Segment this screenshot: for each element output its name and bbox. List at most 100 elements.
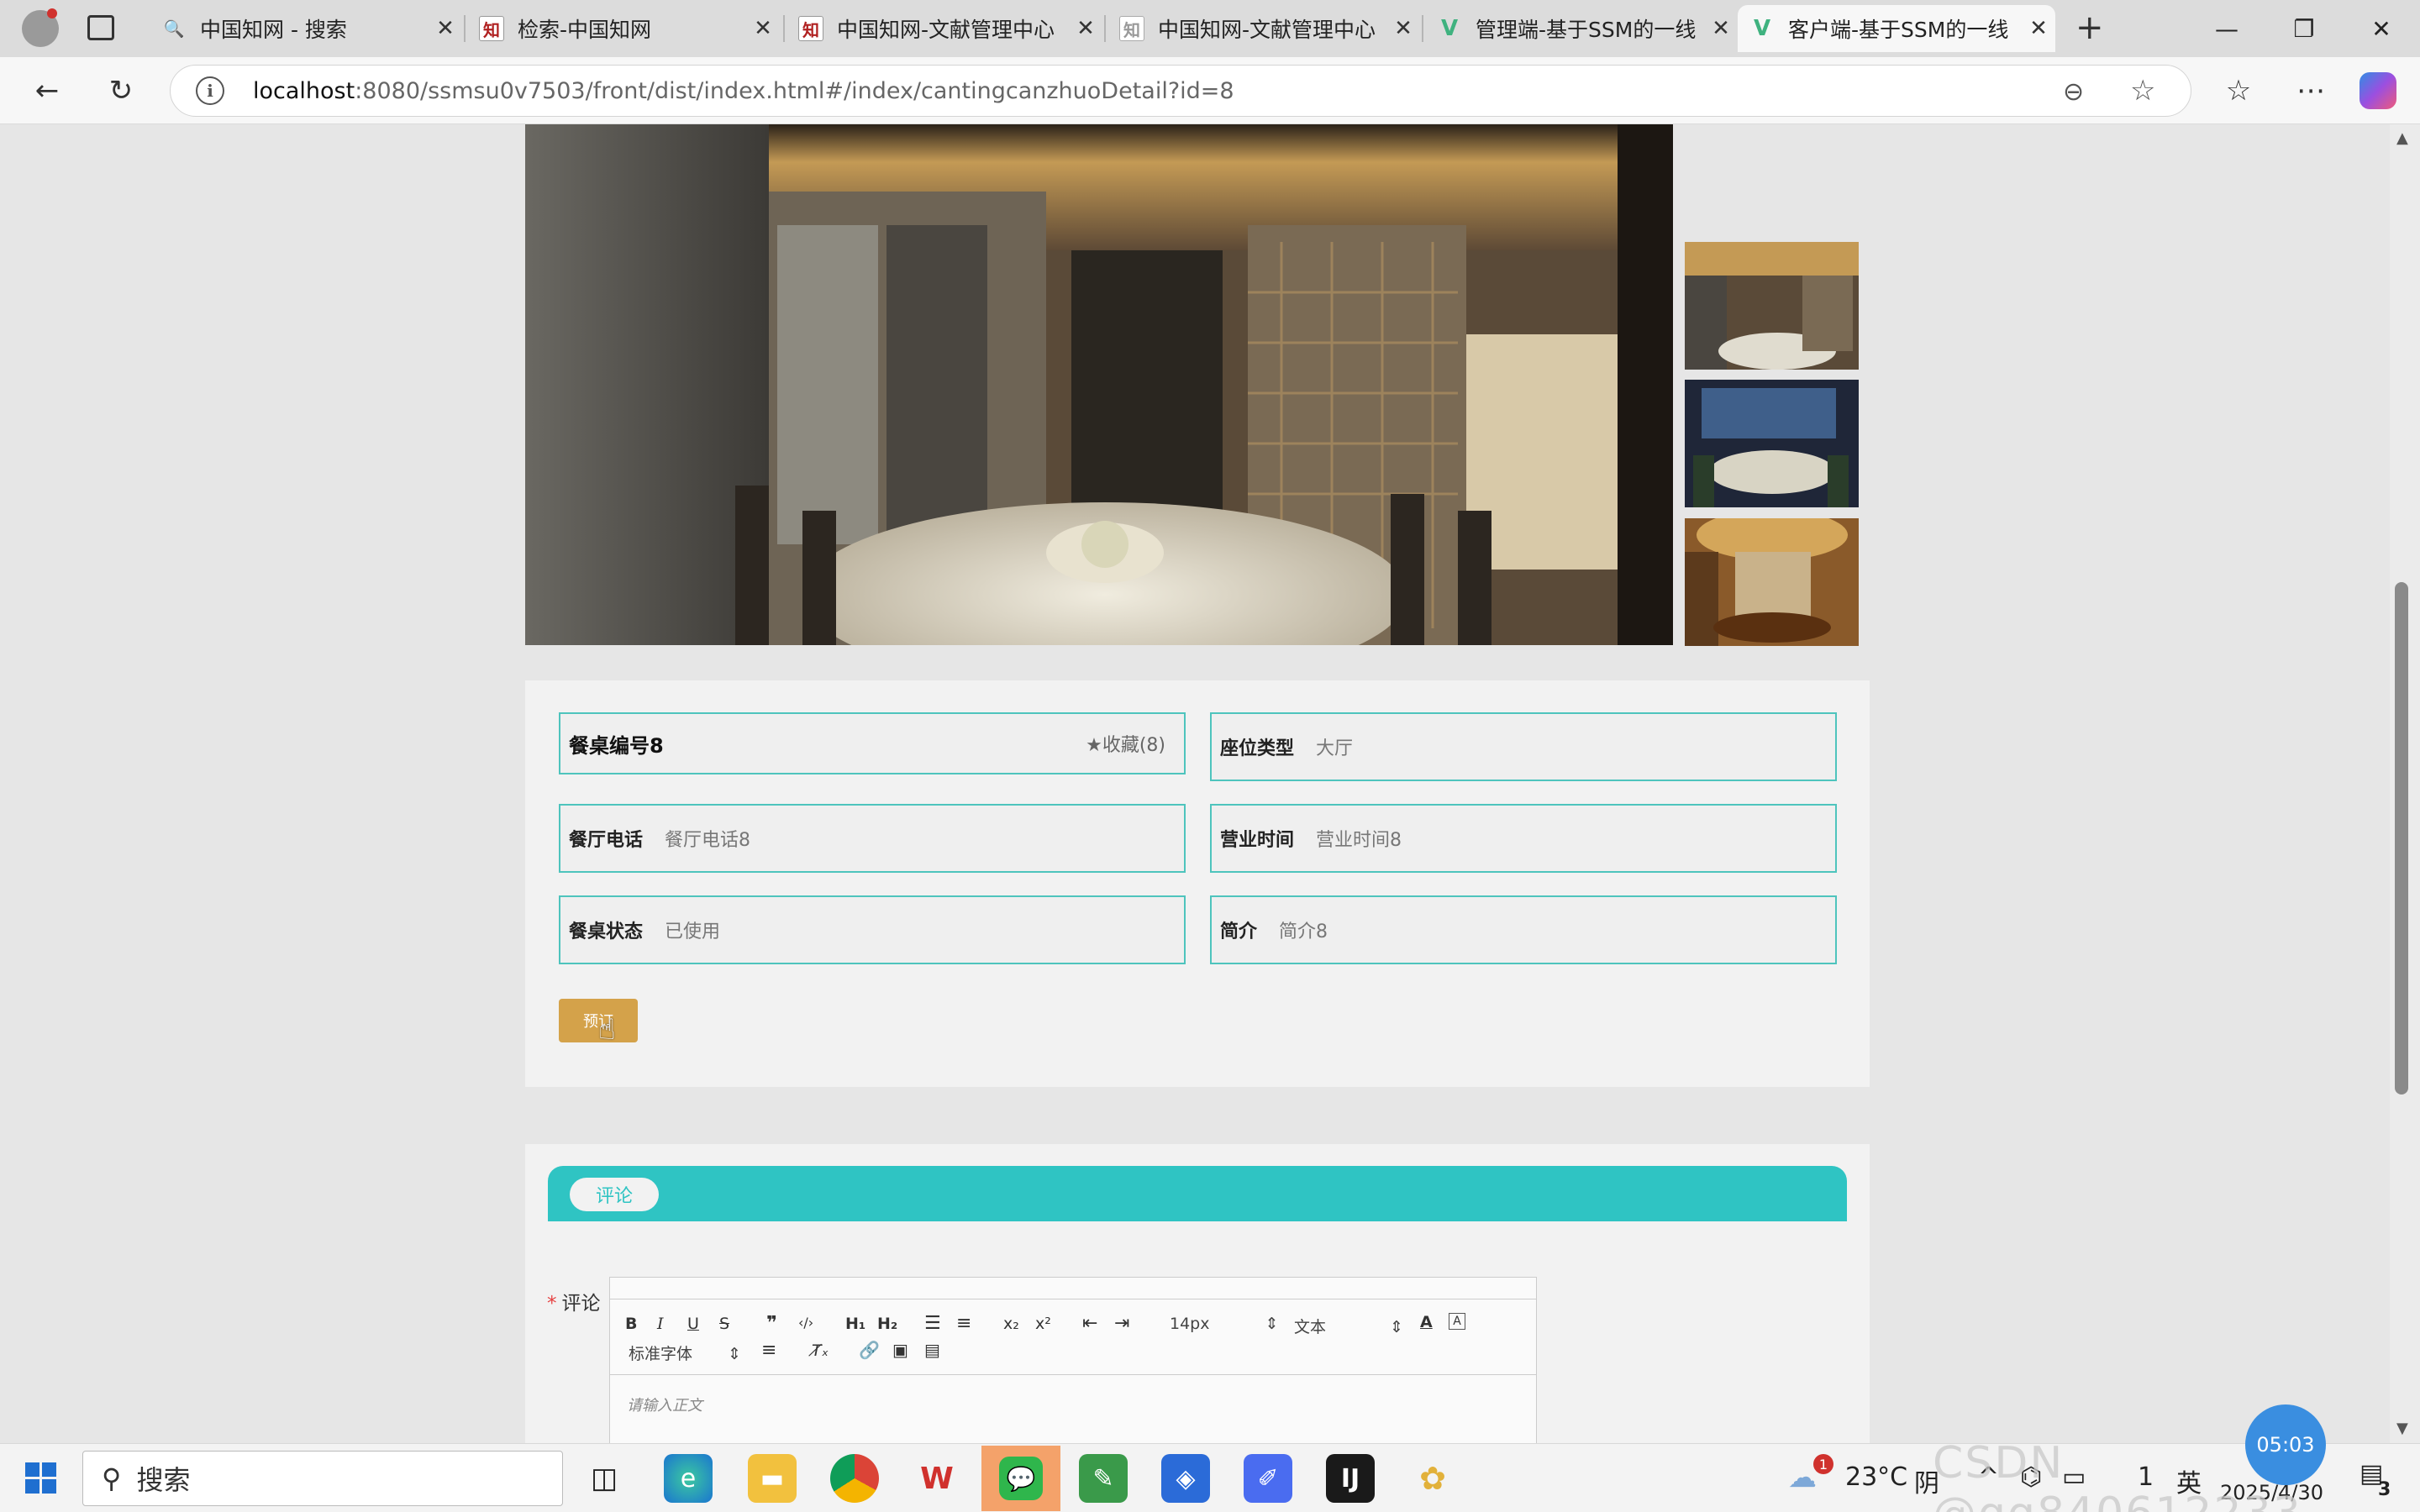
font-size-select[interactable]: 14px ⇕	[1170, 1315, 1278, 1333]
phone-field: 餐厅电话 餐厅电话8	[559, 804, 1186, 873]
thumbnail-image-3[interactable]	[1685, 518, 1859, 646]
video-icon[interactable]: ▤	[924, 1340, 940, 1360]
tab-actions-icon[interactable]	[87, 15, 114, 40]
comment-label: * 评论	[547, 1293, 601, 1315]
scrollbar-thumb[interactable]	[2395, 582, 2408, 1095]
close-window-button[interactable]: ✕	[2343, 0, 2420, 57]
status-field: 餐桌状态 已使用	[559, 895, 1186, 964]
rich-text-editor[interactable]: B I U S ❞ ‹/› H₁ H₂ ☰ ≡ x₂ x² ⇤ ⇥ 14px ⇕ …	[609, 1277, 1537, 1445]
restore-button[interactable]: ❐	[2265, 0, 2343, 57]
weather-badge: 1	[1813, 1454, 1833, 1474]
csdn-watermark: CSDN @qq840612233	[1933, 1438, 2301, 1512]
background-color-icon[interactable]: A	[1449, 1313, 1465, 1330]
italic-icon[interactable]: I	[657, 1315, 664, 1333]
weather-cloud-icon[interactable]: ☁	[1788, 1461, 1817, 1494]
underline-icon[interactable]: U	[687, 1315, 699, 1333]
browser-nav-bar: ← ↻ i localhost:8080/ssmsu0v7503/front/d…	[0, 57, 2420, 124]
search-icon: ⚲	[102, 1462, 122, 1494]
code-icon[interactable]: ‹/›	[798, 1315, 813, 1331]
star-icon: ★	[1086, 735, 1102, 756]
address-bar[interactable]: i localhost:8080/ssmsu0v7503/front/dist/…	[170, 65, 2191, 117]
weather-temp: 23°C	[1845, 1462, 1908, 1492]
table-title-field: 餐桌编号8 ★收藏(8)	[559, 712, 1186, 774]
url-path: :8080/ssmsu0v7503/front/dist/index.html#…	[355, 77, 1234, 104]
url-host: localhost	[253, 77, 355, 104]
copilot-icon[interactable]	[2360, 72, 2396, 109]
subscript-icon[interactable]: x₂	[1003, 1315, 1019, 1333]
tab-cnki-doc-center[interactable]: 知 中国知网-文献管理中心 ✕	[786, 5, 1102, 52]
bullet-list-icon[interactable]: ≡	[956, 1313, 971, 1334]
close-icon[interactable]: ✕	[1069, 16, 1102, 41]
comment-tab[interactable]: 评论	[570, 1178, 659, 1211]
reload-icon[interactable]: ↻	[99, 69, 143, 113]
close-icon[interactable]: ✕	[429, 16, 462, 41]
windows-start-icon[interactable]	[25, 1462, 57, 1494]
zoom-out-icon[interactable]: ⊖	[2063, 77, 2084, 107]
page-scrollbar[interactable]: ▲ ▼	[2390, 124, 2420, 1443]
favorites-icon[interactable]: ☆	[2217, 69, 2260, 113]
align-left-icon[interactable]: ≡	[761, 1340, 776, 1361]
heading2-icon[interactable]: H₂	[877, 1315, 897, 1333]
minimize-button[interactable]: —	[2188, 0, 2265, 57]
close-icon[interactable]: ✕	[2022, 16, 2055, 41]
image-icon[interactable]: ▣	[892, 1340, 908, 1360]
thumbnail-image-1[interactable]	[1685, 242, 1859, 370]
editor-placeholder: 请输入正文	[627, 1397, 702, 1415]
main-table-image	[525, 124, 1673, 645]
bold-icon[interactable]: B	[625, 1315, 637, 1333]
scroll-up-arrow-icon[interactable]: ▲	[2396, 129, 2408, 147]
notepad-chart-icon[interactable]: ✎	[1079, 1454, 1128, 1503]
close-icon[interactable]: ✕	[1386, 16, 1420, 41]
wechat-active-bg[interactable]: 💬	[981, 1446, 1060, 1511]
heading1-icon[interactable]: H₁	[845, 1315, 865, 1333]
notes-app-icon[interactable]: ✐	[1244, 1454, 1292, 1503]
blockquote-icon[interactable]: ❞	[766, 1313, 777, 1334]
clear-format-icon[interactable]: T̸ₓ	[812, 1341, 829, 1360]
tab-client-ssm[interactable]: V 客户端-基于SSM的一线 ✕	[1738, 5, 2055, 52]
wps-icon[interactable]: W	[913, 1454, 961, 1503]
strikethrough-icon[interactable]: S	[719, 1315, 729, 1333]
new-tab-button[interactable]: +	[2075, 8, 2104, 47]
paw-app-icon[interactable]: ✿	[1408, 1454, 1457, 1503]
font-color-icon[interactable]: A	[1420, 1313, 1433, 1331]
app-grid-icon[interactable]: ◈	[1161, 1454, 1210, 1503]
file-explorer-icon[interactable]: ▬	[748, 1454, 797, 1503]
ordered-list-icon[interactable]: ☰	[924, 1313, 941, 1334]
superscript-icon[interactable]: x²	[1035, 1315, 1051, 1333]
link-icon[interactable]: 🔗	[859, 1340, 880, 1360]
tab-cnki-search[interactable]: 🔍 中国知网 - 搜索 ✕	[150, 5, 462, 52]
header-type-select[interactable]: 文本 ⇕	[1294, 1315, 1403, 1337]
tab-cnki-doc-center-2[interactable]: 知 中国知网-文献管理中心 ✕	[1107, 5, 1420, 52]
outdent-icon[interactable]: ⇤	[1082, 1313, 1097, 1334]
star-icon[interactable]: ☆	[2130, 74, 2155, 108]
profile-notification-dot	[47, 8, 57, 18]
favorite-button[interactable]: ★收藏(8)	[1086, 730, 1165, 757]
select-arrow-icon: ⇕	[1390, 1318, 1403, 1336]
indent-icon[interactable]: ⇥	[1114, 1313, 1129, 1334]
close-icon[interactable]: ✕	[1704, 16, 1738, 41]
browser-tab-bar: 🔍 中国知网 - 搜索 ✕ 知 检索-中国知网 ✕ 知 中国知网-文献管理中心 …	[0, 0, 2420, 57]
tab-cnki-retrieval[interactable]: 知 检索-中国知网 ✕	[467, 5, 780, 52]
more-options-icon[interactable]: ⋯	[2289, 69, 2333, 113]
intellij-icon[interactable]: IJ	[1326, 1454, 1375, 1503]
select-arrow-icon: ⇕	[1265, 1315, 1279, 1333]
back-arrow-icon[interactable]: ←	[25, 69, 69, 113]
font-family-select[interactable]: 标准字体 ⇕	[629, 1341, 741, 1364]
chrome-icon[interactable]	[830, 1454, 879, 1503]
scroll-down-arrow-icon[interactable]: ▼	[2396, 1420, 2408, 1437]
table-title: 餐桌编号8	[569, 733, 664, 758]
editor-top-border	[610, 1278, 1536, 1299]
tab-admin-ssm[interactable]: V 管理端-基于SSM的一线 ✕	[1425, 5, 1738, 52]
task-view-icon[interactable]: ◫	[580, 1454, 629, 1503]
comment-header-bar: 评论	[548, 1166, 1847, 1221]
taskbar-search-box[interactable]: ⚲ 搜索	[82, 1451, 563, 1506]
site-info-icon[interactable]: i	[196, 76, 224, 105]
cnki-icon: 知	[1119, 16, 1144, 41]
edge-browser-icon[interactable]: e	[664, 1454, 713, 1503]
intro-field: 简介 简介8	[1210, 895, 1837, 964]
close-icon[interactable]: ✕	[746, 16, 780, 41]
thumbnail-image-2[interactable]	[1685, 380, 1859, 507]
seat-type-field: 座位类型 大厅	[1210, 712, 1837, 781]
search-icon: 🔍	[163, 18, 185, 39]
wechat-icon: 💬	[999, 1457, 1043, 1500]
